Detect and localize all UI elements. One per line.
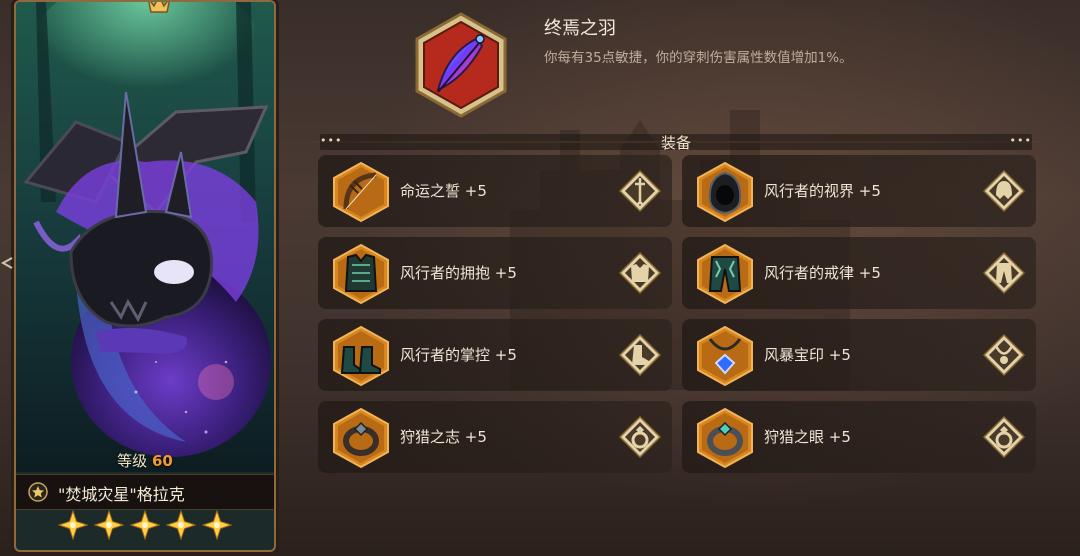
- star-icon: [166, 510, 196, 540]
- bow-icon: [333, 161, 389, 223]
- hood-icon: [697, 161, 753, 223]
- equipment-name: 风行者的视界 +5: [764, 182, 881, 200]
- star-badge-icon: [28, 482, 48, 502]
- equipment-slot-pants[interactable]: 风行者的戒律 +5: [682, 237, 1036, 309]
- star-icon: [202, 510, 232, 540]
- level-label: 等级: [117, 452, 148, 470]
- skill-description: 你每有35点敏捷，你的穿刺伤害属性数值增加1%。: [544, 50, 853, 66]
- hero-level: 等级 60: [16, 450, 274, 471]
- weapon-slot-icon: [618, 169, 662, 213]
- ring-slot-icon: [618, 415, 662, 459]
- star-icon: [130, 510, 160, 540]
- previous-hero-arrow-icon[interactable]: [0, 256, 14, 270]
- equipment-slot-boots[interactable]: 风行者的掌控 +5: [318, 319, 672, 391]
- equipment-name: 风行者的拥抱 +5: [400, 264, 517, 282]
- necklace-slot-icon: [982, 333, 1026, 377]
- equipment-section-title: 装备: [660, 134, 691, 152]
- helmet-slot-icon: [982, 169, 1026, 213]
- armor-slot-icon: [618, 251, 662, 295]
- star-icon: [58, 510, 88, 540]
- level-value: 60: [151, 452, 173, 470]
- equipment-name: 命运之誓 +5: [400, 182, 487, 200]
- equipment-name: 风暴宝印 +5: [764, 346, 851, 364]
- ring-icon: [333, 407, 389, 469]
- equipment-slot-weapon[interactable]: 命运之誓 +5: [318, 155, 672, 227]
- equipment-name: 狩猎之眼 +5: [764, 428, 851, 446]
- pants-slot-icon: [982, 251, 1026, 295]
- equipment-slot-ring-1[interactable]: 狩猎之志 +5: [318, 401, 672, 473]
- boots-icon: [333, 325, 389, 387]
- equipment-slot-helmet[interactable]: 风行者的视界 +5: [682, 155, 1036, 227]
- crown-icon: [148, 2, 170, 13]
- hero-portrait: [16, 2, 274, 472]
- equipment-slot-necklace[interactable]: 风暴宝印 +5: [682, 319, 1036, 391]
- equipment-name: 风行者的掌控 +5: [400, 346, 517, 364]
- hero-namebar: "焚城灾星"格拉克: [16, 474, 274, 510]
- ring-icon: [697, 407, 753, 469]
- amulet-icon: [697, 325, 753, 387]
- chest-armor-icon: [333, 243, 389, 305]
- equipment-section-header: ••• ••• 装备: [312, 133, 1040, 152]
- skill-title: 终焉之羽: [544, 18, 616, 39]
- hero-name: "焚城灾星"格拉克: [58, 485, 185, 504]
- equipment-name: 风行者的戒律 +5: [764, 264, 881, 282]
- feather-icon[interactable]: [408, 12, 514, 118]
- ring-slot-icon: [982, 415, 1026, 459]
- equipment-slot-armor[interactable]: 风行者的拥抱 +5: [318, 237, 672, 309]
- boots-slot-icon: [618, 333, 662, 377]
- star-icon: [94, 510, 124, 540]
- hero-card[interactable]: 等级 60 "焚城灾星"格拉克: [14, 0, 276, 552]
- hero-star-rating: [16, 510, 274, 546]
- equipment-name: 狩猎之志 +5: [400, 428, 487, 446]
- equipment-slot-ring-2[interactable]: 狩猎之眼 +5: [682, 401, 1036, 473]
- leggings-icon: [697, 243, 753, 305]
